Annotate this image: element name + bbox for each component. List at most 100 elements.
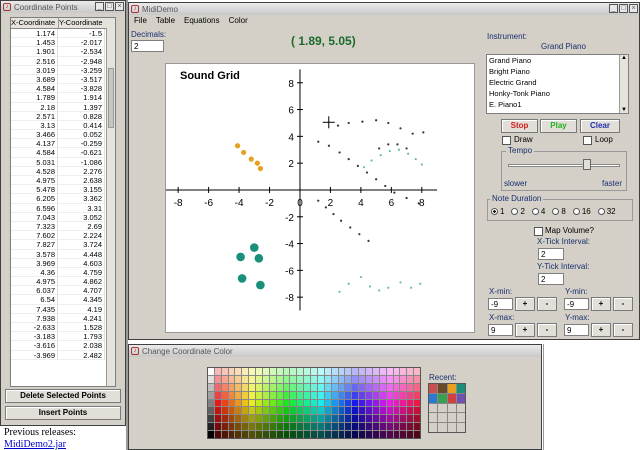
color-swatch[interactable] <box>297 368 304 375</box>
color-swatch[interactable] <box>359 391 366 399</box>
x-coordinate-cell[interactable]: 1.174 <box>11 29 58 39</box>
color-swatch[interactable] <box>249 391 256 399</box>
tempo-slider-thumb[interactable] <box>582 159 591 170</box>
y-coordinate-cell[interactable]: -2.948 <box>58 56 105 66</box>
color-swatch[interactable] <box>338 399 345 407</box>
color-swatch[interactable] <box>366 383 372 391</box>
color-swatch[interactable] <box>235 375 242 383</box>
recent-color-swatch[interactable] <box>429 423 438 432</box>
color-swatch[interactable] <box>242 415 249 423</box>
color-swatch[interactable] <box>297 423 304 431</box>
table-row[interactable]: 7.435 4.19 <box>11 304 115 314</box>
color-swatch[interactable] <box>290 431 297 438</box>
duration-option-16[interactable]: 16 <box>572 207 591 216</box>
color-swatch[interactable] <box>235 391 242 399</box>
color-swatch[interactable] <box>338 431 345 438</box>
list-item[interactable]: Bright Piano <box>487 66 628 77</box>
y-coordinate-cell[interactable]: 1.793 <box>58 332 105 342</box>
color-swatch[interactable] <box>242 391 249 399</box>
color-swatch[interactable] <box>221 375 228 383</box>
y-coordinate-cell[interactable]: 0.828 <box>58 111 105 121</box>
duration-option-4[interactable]: 4 <box>531 207 545 216</box>
color-swatch[interactable] <box>359 423 366 431</box>
recent-color-swatch[interactable] <box>438 403 447 413</box>
y-coordinate-header[interactable]: Y-Coordinate <box>59 18 107 28</box>
duration-option-2[interactable]: 2 <box>511 207 525 216</box>
color-swatch[interactable] <box>283 391 290 399</box>
color-swatch[interactable] <box>283 368 290 375</box>
color-swatch[interactable] <box>324 391 331 399</box>
recent-color-swatch[interactable] <box>429 393 438 403</box>
x-coordinate-cell[interactable]: -2.633 <box>11 323 58 333</box>
color-swatch[interactable] <box>269 375 276 383</box>
color-swatch[interactable] <box>249 375 256 383</box>
coordinate-table[interactable]: X-Coordinate Y-Coordinate 1.174 -1.5 1.453… <box>10 17 116 387</box>
color-swatch[interactable] <box>407 368 414 375</box>
duration-option-8[interactable]: 8 <box>552 207 566 216</box>
data-point[interactable] <box>399 281 402 284</box>
color-swatch[interactable] <box>311 415 317 423</box>
data-point[interactable] <box>361 120 364 123</box>
minimize-icon[interactable]: _ <box>95 2 104 11</box>
x-coordinate-cell[interactable]: 4.36 <box>11 267 58 278</box>
y-coordinate-cell[interactable]: 3.052 <box>58 212 105 222</box>
color-swatch[interactable] <box>331 399 338 407</box>
recent-color-swatch[interactable] <box>456 384 465 393</box>
color-swatch[interactable] <box>262 415 269 423</box>
color-swatch[interactable] <box>393 375 400 383</box>
color-swatch[interactable] <box>345 415 352 423</box>
table-row[interactable]: 6.54 4.345 <box>11 295 115 305</box>
color-swatch[interactable] <box>386 399 393 407</box>
data-point[interactable] <box>367 239 370 242</box>
radio-icon[interactable] <box>597 208 605 215</box>
x-coordinate-cell[interactable]: 1.453 <box>11 38 58 48</box>
table-row[interactable]: -3.969 2.482 <box>11 350 115 360</box>
data-point[interactable] <box>387 143 390 146</box>
x-coordinate-cell[interactable]: -3.616 <box>11 341 58 351</box>
xmax-field[interactable]: 9 <box>488 324 513 336</box>
color-swatch[interactable] <box>372 415 379 423</box>
y-coordinate-cell[interactable]: 4.448 <box>58 249 105 259</box>
color-swatch[interactable] <box>304 399 311 407</box>
color-swatch[interactable] <box>379 391 386 399</box>
table-row[interactable]: 2.516 -2.948 <box>11 56 115 66</box>
color-swatch[interactable] <box>214 383 221 391</box>
color-swatch[interactable] <box>352 423 359 431</box>
color-swatch[interactable] <box>345 399 352 407</box>
y-coordinate-cell[interactable]: 2.69 <box>58 221 105 232</box>
data-point[interactable] <box>368 285 372 288</box>
table-row[interactable]: 4.36 4.759 <box>11 267 115 278</box>
color-swatch[interactable] <box>214 368 221 375</box>
table-row[interactable]: 6.205 3.362 <box>11 194 115 204</box>
ymin-minus-button[interactable]: - <box>613 297 633 311</box>
data-point[interactable] <box>393 191 396 194</box>
color-swatch[interactable] <box>386 368 393 375</box>
color-swatch[interactable] <box>208 375 214 383</box>
color-swatch[interactable] <box>221 423 228 431</box>
color-swatch[interactable] <box>345 423 352 431</box>
color-swatch[interactable] <box>324 431 331 438</box>
color-swatch[interactable] <box>269 423 276 431</box>
color-swatch[interactable] <box>276 368 283 375</box>
color-swatch[interactable] <box>276 407 283 415</box>
color-swatch[interactable] <box>297 431 304 438</box>
data-point[interactable] <box>254 160 260 166</box>
color-swatch[interactable] <box>414 368 420 375</box>
x-coordinate-cell[interactable]: 7.435 <box>11 304 58 314</box>
data-point[interactable] <box>375 178 378 181</box>
radio-icon[interactable] <box>531 208 539 215</box>
recent-color-swatch[interactable] <box>447 384 456 393</box>
color-swatch[interactable] <box>338 375 345 383</box>
color-swatch[interactable] <box>283 407 290 415</box>
x-coordinate-cell[interactable]: 2.571 <box>11 111 58 121</box>
x-coordinate-cell[interactable]: 6.54 <box>11 295 58 305</box>
color-swatch[interactable] <box>228 431 235 438</box>
color-swatch[interactable] <box>262 368 269 375</box>
y-coordinate-cell[interactable]: 1.914 <box>58 93 105 103</box>
xmin-minus-button[interactable]: - <box>537 297 557 311</box>
color-swatch[interactable] <box>359 383 366 391</box>
color-swatch[interactable] <box>311 383 317 391</box>
table-row[interactable]: 6.037 4.707 <box>11 286 115 296</box>
color-swatch[interactable] <box>269 399 276 407</box>
y-coordinate-cell[interactable]: -3.828 <box>58 84 105 94</box>
